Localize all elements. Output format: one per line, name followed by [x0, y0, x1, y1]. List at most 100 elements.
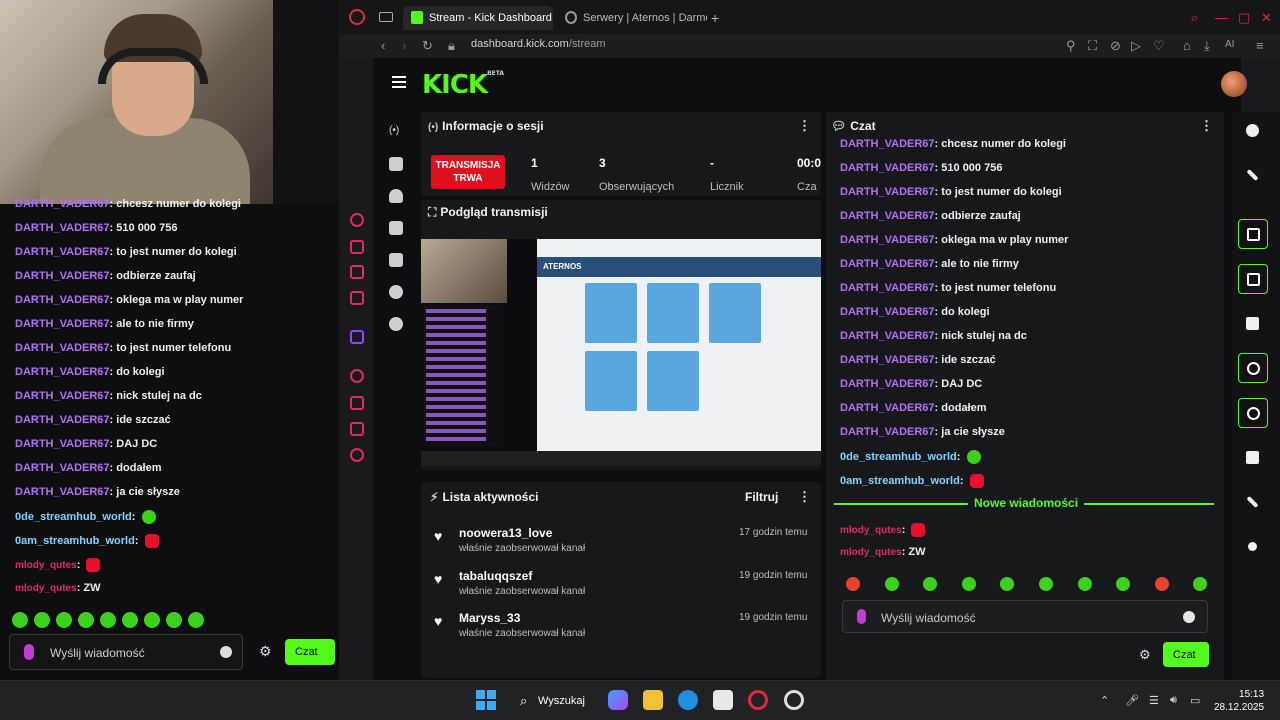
emote-icon[interactable]	[1154, 577, 1169, 591]
sidebar-history-icon[interactable]	[350, 369, 364, 383]
microphone-icon[interactable]: 🎤︎	[1125, 694, 1139, 707]
download-icon[interactable]: ⤓	[1204, 38, 1210, 54]
new-tab-icon[interactable]: +	[711, 10, 719, 26]
windows-start-icon[interactable]	[476, 690, 496, 710]
obs-chat-input[interactable]: Wyślij wiadomość	[9, 634, 243, 670]
nav-users-icon[interactable]	[389, 285, 403, 299]
share-icon[interactable]	[1238, 532, 1268, 562]
pin-icon[interactable]: ⚲	[1066, 38, 1076, 54]
nav-settings-icon[interactable]	[389, 317, 403, 331]
chat-username[interactable]: DARTH_VADER67	[15, 462, 110, 474]
edit-icon[interactable]	[1238, 160, 1268, 190]
opera-logo-icon[interactable]	[349, 9, 365, 25]
chat-username[interactable]: mlody_qutes	[840, 525, 902, 536]
chat-username[interactable]: DARTH_VADER67	[15, 390, 110, 402]
search-tabs-icon[interactable]: ⌕	[1191, 10, 1198, 26]
chat-username[interactable]: DARTH_VADER67	[840, 402, 935, 414]
layout-icon[interactable]	[1238, 443, 1268, 473]
nav-live-icon[interactable]: (•)	[389, 125, 403, 139]
wallet-icon[interactable]: ⌂	[1183, 38, 1191, 53]
activity-filter-button[interactable]: Filtruj	[745, 490, 778, 504]
chat-username[interactable]: DARTH_VADER67	[840, 210, 935, 222]
sidebar-shield-icon[interactable]	[350, 396, 364, 410]
chat-username[interactable]: DARTH_VADER67	[15, 414, 110, 426]
broadcast-icon[interactable]	[1238, 398, 1268, 428]
opera-gx-icon[interactable]	[748, 690, 768, 710]
chat-username[interactable]: DARTH_VADER67	[15, 342, 110, 354]
nav-moderation-icon[interactable]	[389, 253, 403, 267]
chat-username[interactable]: 0de_streamhub_world	[15, 511, 132, 523]
volume-icon[interactable]: 🔊︎	[1170, 694, 1177, 707]
clipboard-icon[interactable]	[1238, 309, 1268, 339]
session-more-icon[interactable]: ⋮	[798, 118, 811, 134]
chat-username[interactable]: mlody_qutes	[15, 560, 77, 571]
sidebar-settings-icon[interactable]	[350, 448, 364, 462]
taskbar-search[interactable]: ⌕ Wyszukaj	[512, 688, 590, 714]
tab-aternos[interactable]: Serwery | Aternos | Darmo	[557, 6, 707, 30]
emote-icon[interactable]	[1077, 577, 1092, 591]
nav-stats-icon[interactable]	[389, 157, 403, 171]
reload-icon[interactable]: ↻	[422, 38, 433, 54]
menu-icon[interactable]: ≡	[1256, 38, 1264, 53]
chat-username[interactable]: DARTH_VADER67	[840, 378, 935, 390]
gear-icon[interactable]: ⚙	[259, 644, 273, 658]
emote-icon[interactable]	[846, 577, 860, 591]
file-explorer-icon[interactable]	[643, 690, 663, 710]
emote-icon[interactable]	[1039, 577, 1053, 591]
emote-icon[interactable]	[961, 577, 976, 591]
info-icon[interactable]	[1238, 116, 1268, 146]
chat-username[interactable]: DARTH_VADER67	[15, 222, 110, 234]
hamburger-icon[interactable]	[392, 76, 406, 88]
chat-username[interactable]: DARTH_VADER67	[840, 234, 935, 246]
minimize-icon[interactable]: —	[1215, 10, 1228, 25]
tray-chevron-icon[interactable]: ⌃	[1100, 694, 1109, 707]
obs-icon[interactable]	[784, 690, 804, 710]
chat-username[interactable]: mlody_qutes	[15, 583, 77, 594]
taskbar-clock[interactable]: 15:13 28.12.2025	[1214, 688, 1264, 714]
sidebar-send-icon[interactable]	[350, 422, 364, 436]
chat-username[interactable]: 0am_streamhub_world	[840, 475, 960, 487]
activity-more-icon[interactable]: ⋮	[798, 489, 811, 505]
moderation-icon[interactable]	[1238, 219, 1268, 249]
workspaces-icon[interactable]	[379, 12, 393, 22]
emoji-icon[interactable]	[220, 646, 232, 658]
store-icon[interactable]	[713, 690, 733, 710]
copilot-icon[interactable]	[608, 690, 628, 710]
chat-username[interactable]: DARTH_VADER67	[15, 294, 110, 306]
chat-username[interactable]: DARTH_VADER67	[15, 246, 110, 258]
chat-username[interactable]: DARTH_VADER67	[15, 318, 110, 330]
sidebar-bag-icon[interactable]	[350, 240, 364, 254]
chat-username[interactable]: DARTH_VADER67	[15, 486, 110, 498]
chat-send-button[interactable]: Czat	[1163, 642, 1209, 667]
sidebar-twitch-icon[interactable]	[350, 330, 364, 344]
sidebar-speed-icon[interactable]	[350, 213, 364, 227]
forward-icon[interactable]: ›	[402, 38, 406, 53]
kick-logo[interactable]: KICKBETA	[422, 70, 504, 100]
snapshot-icon[interactable]: ⛶	[1088, 38, 1097, 54]
heart-icon[interactable]: ♡	[1153, 38, 1165, 54]
chat-username[interactable]: DARTH_VADER67	[15, 270, 110, 282]
chat-username[interactable]: DARTH_VADER67	[15, 438, 110, 450]
chat-username[interactable]: 0de_streamhub_world	[840, 451, 957, 463]
chat-username[interactable]: DARTH_VADER67	[840, 138, 935, 150]
chat-username[interactable]: DARTH_VADER67	[840, 306, 935, 318]
chat-username[interactable]: DARTH_VADER67	[840, 426, 935, 438]
maximize-icon[interactable]: ▢	[1238, 10, 1250, 26]
obs-chat-send-button[interactable]: Czat	[285, 639, 335, 665]
chat-username[interactable]: DARTH_VADER67	[840, 282, 935, 294]
sidebar-messenger-icon[interactable]	[350, 265, 364, 279]
wrench-icon[interactable]	[1238, 487, 1268, 517]
chat-username[interactable]: DARTH_VADER67	[840, 186, 935, 198]
nav-trophy-icon[interactable]	[389, 189, 403, 203]
stream-preview[interactable]: ATERNOS	[421, 239, 821, 465]
chat-username[interactable]: mlody_qutes	[840, 547, 902, 558]
player-icon[interactable]: ▷	[1131, 38, 1141, 54]
close-icon[interactable]: ✕	[1261, 10, 1272, 26]
chat-username[interactable]: DARTH_VADER67	[840, 330, 935, 342]
chat-settings-icon[interactable]: ⚙	[1139, 647, 1151, 663]
battery-icon[interactable]: ▭	[1190, 694, 1200, 707]
chat-username[interactable]: DARTH_VADER67	[15, 366, 110, 378]
nav-stack-icon[interactable]	[389, 221, 403, 235]
sidebar-app-icon[interactable]	[350, 291, 364, 305]
emoji-icon[interactable]	[1183, 611, 1195, 623]
